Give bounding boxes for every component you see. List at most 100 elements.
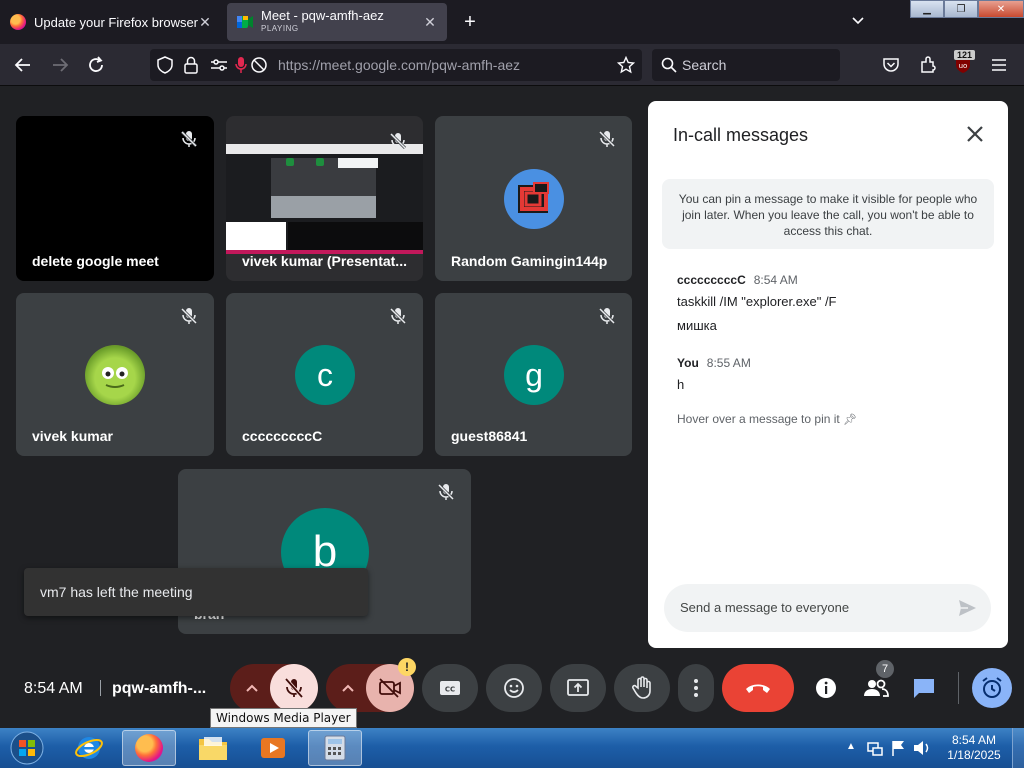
system-clock[interactable]: 8:54 AM 1/18/2025: [944, 733, 1004, 763]
shield-icon[interactable]: [154, 54, 176, 76]
alarm-clock-icon: [982, 677, 1002, 698]
extensions-icon[interactable]: [917, 54, 939, 76]
camera-blocked-icon[interactable]: [248, 54, 270, 76]
chat-input-placeholder: Send a message to everyone: [680, 600, 850, 615]
close-icon[interactable]: ✕: [421, 13, 439, 31]
hand-icon: [632, 676, 651, 699]
captions-button[interactable]: CC: [422, 664, 478, 712]
message-text[interactable]: h: [677, 377, 684, 392]
meeting-controls-bar: 8:54 AM pqw-amfh-... ! CC 7: [0, 656, 1024, 720]
leave-call-button[interactable]: [722, 664, 794, 712]
mic-off-icon: [180, 307, 198, 325]
window-close-button[interactable]: ✕: [978, 0, 1024, 18]
chat-message-input[interactable]: Send a message to everyone: [664, 584, 991, 632]
hang-up-icon: [746, 684, 770, 693]
pin-info-banner: You can pin a message to make it visible…: [662, 179, 994, 249]
url-bar[interactable]: https://meet.google.com/pqw-amfh-aez: [150, 49, 642, 81]
chevron-down-icon[interactable]: [850, 12, 866, 28]
search-bar[interactable]: Search: [652, 49, 840, 81]
taskbar-media-player[interactable]: [246, 730, 300, 766]
participant-name: vivek kumar: [32, 428, 113, 444]
permissions-icon[interactable]: [208, 54, 230, 76]
url-host: https://meet.google.com: [278, 57, 428, 73]
mic-off-icon: [437, 483, 455, 501]
audio-options-button[interactable]: [230, 664, 274, 712]
taskbar-tooltip: Windows Media Player: [210, 708, 357, 728]
windows-taskbar: ▲ 8:54 AM 1/18/2025: [0, 728, 1024, 768]
people-icon: [864, 679, 889, 697]
close-icon[interactable]: ✕: [196, 13, 214, 31]
mic-off-icon: [284, 677, 304, 699]
volume-icon[interactable]: [912, 739, 932, 762]
firefox-icon: [135, 734, 163, 762]
taskbar-calculator[interactable]: [308, 730, 362, 766]
search-icon: [658, 54, 680, 76]
mic-toggle-button[interactable]: [270, 664, 318, 712]
avatar: g: [504, 345, 564, 405]
show-hidden-icons[interactable]: ▲: [846, 741, 856, 752]
lock-icon[interactable]: [180, 54, 202, 76]
meeting-code[interactable]: pqw-amfh-...: [112, 680, 206, 698]
present-screen-button[interactable]: [550, 664, 606, 712]
tab-audio-status: PLAYING: [261, 24, 299, 33]
extension-badge: 121: [954, 50, 976, 60]
participant-tile[interactable]: c cccccccccC: [226, 293, 423, 456]
start-button[interactable]: [2, 730, 52, 766]
pocket-icon[interactable]: [880, 54, 902, 76]
video-control-group: !: [326, 658, 416, 712]
media-player-icon: [261, 738, 285, 758]
participant-tile[interactable]: Random Gamingin144p: [435, 116, 632, 281]
maximize-button[interactable]: ❐: [944, 0, 978, 18]
tab-firefox-update[interactable]: Update your Firefox browser ✕: [0, 3, 222, 41]
action-center-flag-icon[interactable]: [890, 739, 906, 762]
reload-icon[interactable]: [85, 54, 107, 76]
svg-text:uo: uo: [959, 62, 968, 70]
system-date: 1/18/2025: [947, 748, 1001, 762]
taskbar-firefox[interactable]: [122, 730, 176, 766]
forward-arrow-icon[interactable]: [49, 54, 71, 76]
participant-tile[interactable]: g guest86841: [435, 293, 632, 456]
message-text[interactable]: мишка: [677, 318, 717, 333]
url-text[interactable]: https://meet.google.com/pqw-amfh-aez: [278, 57, 520, 73]
participant-name: delete google meet: [32, 253, 159, 269]
audio-control-group: [230, 664, 318, 712]
participant-tile[interactable]: vivek kumar: [16, 293, 214, 456]
taskbar-file-explorer[interactable]: [186, 730, 240, 766]
panel-title: In-call messages: [673, 125, 809, 145]
hamburger-menu-icon[interactable]: [988, 54, 1010, 76]
taskbar-internet-explorer[interactable]: [62, 730, 116, 766]
search-placeholder: Search: [682, 57, 727, 73]
avatar: c: [295, 345, 355, 405]
more-vert-icon: [694, 679, 698, 697]
network-icon[interactable]: [866, 739, 884, 762]
presentation-tile[interactable]: vivek kumar (Presentat...: [226, 116, 423, 281]
chat-icon: [914, 679, 934, 698]
close-icon[interactable]: [964, 123, 986, 145]
bookmark-star-icon[interactable]: [615, 54, 637, 76]
more-options-button[interactable]: [678, 664, 714, 712]
participant-tile[interactable]: delete google meet: [16, 116, 214, 281]
people-button[interactable]: 7: [856, 660, 896, 712]
chat-button[interactable]: [904, 664, 944, 712]
raise-hand-button[interactable]: [614, 664, 670, 712]
video-options-button[interactable]: [326, 664, 370, 712]
reactions-button[interactable]: [486, 664, 542, 712]
tab-meet[interactable]: Meet - pqw-amfh-aez PLAYING ✕: [227, 3, 447, 41]
meeting-details-button[interactable]: [808, 664, 844, 712]
message-time: 8:54 AM: [753, 273, 798, 287]
show-desktop-button[interactable]: [1012, 728, 1024, 768]
divider: [100, 680, 101, 696]
message-text[interactable]: taskkill /IM "explorer.exe" /F: [677, 294, 837, 309]
firefox-icon: [10, 14, 26, 30]
emoji-icon: [504, 678, 524, 698]
send-icon[interactable]: [957, 598, 977, 618]
activities-button[interactable]: [972, 668, 1012, 708]
minimize-button[interactable]: ▁: [910, 0, 944, 18]
message-time: 8:55 AM: [706, 356, 751, 370]
system-time: 8:54 AM: [951, 733, 997, 747]
window-controls: ▁ ❐ ✕: [910, 0, 1024, 18]
tab-title: Update your Firefox browser: [34, 14, 199, 30]
back-arrow-icon[interactable]: [12, 54, 34, 76]
chevron-up-icon: [246, 684, 258, 692]
new-tab-button[interactable]: +: [460, 10, 480, 34]
